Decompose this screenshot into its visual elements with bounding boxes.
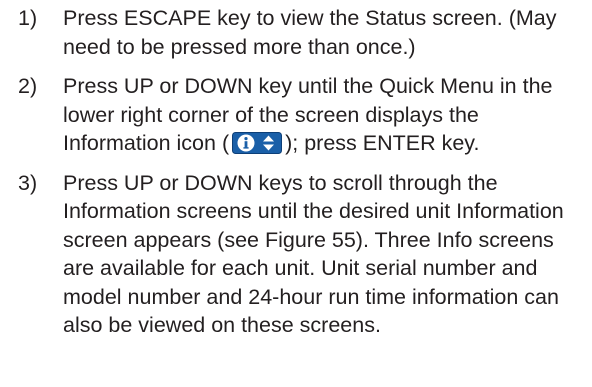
- step-text: Press UP or DOWN keys to scroll through …: [63, 170, 564, 338]
- step-text: Press UP or DOWN key until the Quick Men…: [62, 72, 588, 158]
- step-text-after-icon: ); press ENTER key.: [285, 131, 480, 155]
- step-number: 3): [18, 170, 38, 195]
- procedure-step-3: 3) Press UP or DOWN keys to scroll throu…: [0, 169, 592, 340]
- procedure-step-1: 1) Press ESCAPE key to view the Status s…: [0, 4, 592, 61]
- instruction-page: 1) Press ESCAPE key to view the Status s…: [0, 0, 592, 387]
- procedure-step-2: 2) Press UP or DOWN key until the Quick …: [0, 72, 592, 158]
- procedure-steps-list: 1) Press ESCAPE key to view the Status s…: [0, 4, 592, 340]
- step-number: 1): [18, 6, 38, 30]
- step-text: Press ESCAPE key to view the Status scre…: [63, 6, 557, 59]
- information-quick-menu-icon: [232, 132, 283, 154]
- step-number: 2): [18, 74, 38, 98]
